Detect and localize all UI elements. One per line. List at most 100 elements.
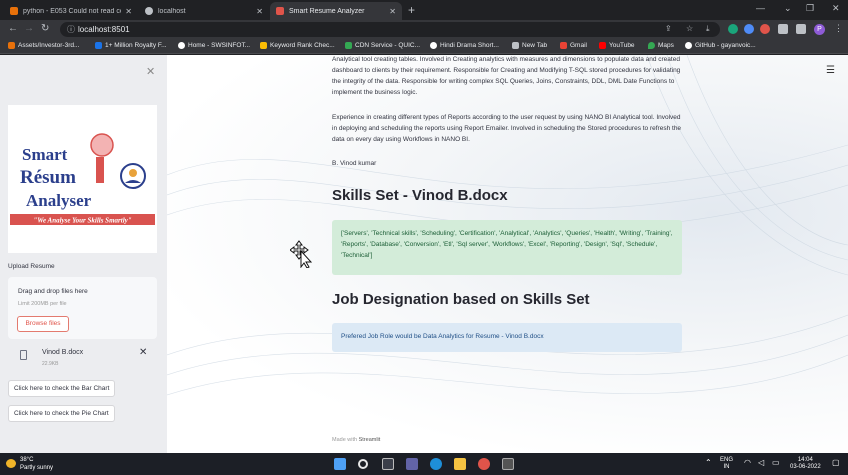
region-code: IN [723, 464, 730, 470]
browse-files-button[interactable]: Browse files [17, 316, 69, 332]
skills-success-box: ['Servers', 'Technical skills', 'Schedul… [332, 220, 682, 275]
wifi-icon[interactable]: ◠ [744, 459, 751, 467]
job-role-info-box: Prefered Job Role would be Data Analytic… [332, 323, 682, 352]
browser-toolbar: ← → ↻ ⓘ localhost:8501 ⇪ ☆ ⤓ P ⋮ [0, 20, 848, 39]
notifications-icon[interactable]: ▢ [832, 459, 840, 467]
uploaded-file-name: Vinod B.docx [42, 349, 84, 356]
resume-text-paragraph: Analytical tool creating tables. Involve… [332, 56, 681, 96]
close-icon[interactable]: ✕ [125, 7, 132, 16]
page-viewport: ✕ Smart Résum Analyser "We Analyse Your … [0, 55, 848, 453]
logo-line-3: Analyser [26, 191, 92, 210]
bookmark-label: New Tab [522, 42, 548, 49]
tab-python-error[interactable]: python - E053 Could not read co ✕ [4, 2, 138, 20]
tab-smart-resume-analyzer[interactable]: Smart Resume Analyzer ✕ [270, 2, 402, 20]
bookmark-label: Hindi Drama Short... [440, 42, 499, 49]
reload-icon[interactable]: ↻ [41, 23, 49, 34]
extension-icon[interactable] [760, 24, 770, 34]
logo-tagline: "We Analyse Your Skills Smartly" [33, 217, 131, 225]
skills-heading: Skills Set - Vinod B.docx [332, 187, 508, 204]
bar-chart-button[interactable]: Click here to check the Bar Chart [8, 380, 116, 397]
job-designation-heading: Job Designation based on Skills Set [332, 291, 590, 308]
chat-icon[interactable] [406, 458, 418, 470]
extension-icon[interactable] [728, 24, 738, 34]
profile-avatar[interactable]: P [814, 24, 825, 35]
volume-icon[interactable]: ◁ [758, 459, 764, 467]
extension-icon[interactable] [744, 24, 754, 34]
bookmark-label: YouTube [609, 42, 635, 49]
bookmark-item[interactable]: Home - SWSINFOT... [178, 42, 250, 49]
clock-date: 03-06-2022 [790, 464, 821, 470]
sidebar: ✕ Smart Résum Analyser "We Analyse Your … [0, 55, 167, 453]
bookmark-item[interactable]: Hindi Drama Short... [430, 42, 499, 49]
search-icon[interactable] [358, 459, 368, 469]
sidepanel-icon[interactable] [796, 24, 806, 34]
forward-icon[interactable]: → [24, 23, 34, 34]
task-view-icon[interactable] [382, 458, 394, 470]
bookmarks-bar: Assets/Investor-3rd... 1+ Million Royalt… [0, 39, 848, 54]
download-icon[interactable]: ⤓ [706, 24, 710, 34]
language-indicator[interactable]: ENG IN [720, 457, 733, 471]
streamlit-link[interactable]: Streamlit [359, 437, 381, 443]
bookmark-item[interactable]: GitHub - gayanvoic... [685, 42, 756, 49]
bookmark-favicon-icon [345, 42, 352, 49]
close-window-icon[interactable]: ✕ [832, 3, 840, 14]
bookmark-item[interactable]: New Tab [512, 42, 547, 49]
tab-localhost[interactable]: localhost ✕ [139, 2, 269, 20]
remove-file-icon[interactable]: ✕ [139, 347, 147, 358]
clock[interactable]: 14:04 03-06-2022 [790, 457, 821, 471]
restore-icon[interactable]: ❐ [806, 3, 814, 14]
edge-icon[interactable] [430, 458, 442, 470]
site-info-icon[interactable]: ⓘ [67, 24, 75, 35]
bookmark-item[interactable]: CDN Service - QUIC... [345, 42, 420, 49]
language-code: ENG [720, 457, 734, 463]
terminal-icon[interactable] [502, 458, 514, 470]
puzzle-icon[interactable] [778, 24, 788, 34]
hamburger-menu-icon[interactable]: ☰ [826, 65, 835, 76]
bookmark-label: Maps [658, 42, 674, 49]
browser-tab-strip: python - E053 Could not read co ✕ localh… [0, 0, 848, 20]
minimize-icon[interactable]: — [756, 3, 765, 13]
dropzone-limit: Limit 200MB per file [18, 301, 67, 307]
app-logo: Smart Résum Analyser "We Analyse Your Sk… [8, 105, 157, 253]
chrome-icon[interactable] [478, 458, 490, 470]
file-dropzone[interactable]: Drag and drop files here Limit 200MB per… [8, 277, 157, 339]
chevron-down-icon[interactable]: ⌄ [784, 3, 792, 14]
windows-start-icon[interactable] [334, 458, 346, 470]
bookmark-item[interactable]: 1+ Million Royalty F... [95, 42, 167, 49]
bookmark-label: Gmail [570, 42, 587, 49]
close-icon[interactable]: ✕ [256, 7, 263, 16]
battery-icon[interactable]: ▭ [772, 459, 780, 467]
chevron-up-icon[interactable]: ⌃ [705, 459, 712, 467]
file-explorer-icon[interactable] [454, 458, 466, 470]
bookmark-item[interactable]: Maps [648, 42, 674, 49]
bookmark-label: 1+ Million Royalty F... [105, 42, 167, 49]
bookmark-item[interactable]: YouTube [599, 42, 635, 49]
bookmark-favicon-icon [178, 42, 185, 49]
weather-widget[interactable]: 38°C Partly sunny [20, 456, 53, 472]
weather-temperature: 38°C [20, 457, 34, 463]
menu-dots-icon[interactable]: ⋮ [834, 23, 843, 34]
logo-line-1: Smart [22, 145, 68, 164]
file-icon [20, 350, 27, 360]
resume-text-paragraph: Experience in creating different types o… [332, 114, 682, 143]
share-icon[interactable]: ⇪ [665, 24, 672, 33]
address-bar[interactable]: ⓘ localhost:8501 ⇪ ☆ ⤓ [60, 22, 720, 37]
bookmark-item[interactable]: Keyword Rank Chec... [260, 42, 335, 49]
gmail-icon [560, 42, 567, 49]
dropzone-title: Drag and drop files here [18, 288, 88, 295]
close-sidebar-icon[interactable]: ✕ [146, 65, 155, 78]
bookmark-label: GitHub - gayanvoic... [695, 42, 756, 49]
brain-icon [90, 133, 114, 157]
logo-line-2: Résum [20, 167, 76, 188]
close-icon[interactable]: ✕ [389, 7, 396, 16]
back-icon[interactable]: ← [8, 23, 18, 34]
new-tab-icon[interactable]: + [408, 3, 415, 17]
tab-title: python - E053 Could not read co [23, 7, 122, 15]
bookmark-item[interactable]: Gmail [560, 42, 587, 49]
bookmark-favicon-icon [512, 42, 519, 49]
bookmark-star-icon[interactable]: ☆ [686, 24, 693, 33]
bookmark-favicon-icon [430, 42, 437, 49]
pie-chart-button[interactable]: Click here to check the Pie Chart [8, 405, 115, 422]
bookmark-item[interactable]: Assets/Investor-3rd... [8, 42, 79, 49]
bookmark-label: Home - SWSINFOT... [188, 42, 251, 49]
